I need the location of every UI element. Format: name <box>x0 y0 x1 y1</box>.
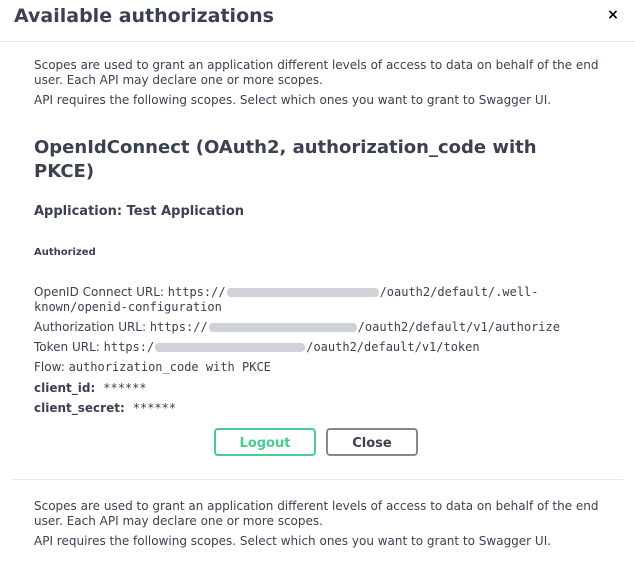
modal-title: Available authorizations <box>14 5 274 27</box>
scopes-description: Scopes are used to grant an application … <box>34 58 609 88</box>
token-url-label: Token URL: <box>34 340 100 354</box>
logout-button[interactable]: Logout <box>214 428 316 456</box>
redacted-domain <box>155 343 306 352</box>
openid-url-line2: known/openid-configuration <box>34 300 222 314</box>
client-id-value: ****** <box>103 381 147 395</box>
scopes-description-bottom: Scopes are used to grant an application … <box>34 499 609 549</box>
close-button[interactable]: Close <box>326 428 418 456</box>
scopes-line-2: user. Each API may declare one or more s… <box>34 514 323 528</box>
token-url-suffix: /oauth2/default/v1/token <box>306 340 480 354</box>
token-url: Token URL: https:/ /oauth2/default/v1/tok… <box>34 340 594 355</box>
auth-url-suffix: /oauth2/default/v1/authorize <box>357 320 560 334</box>
flow-line: Flow: authorization_code with PKCE <box>34 360 594 375</box>
requires-text: API requires the following scopes. Selec… <box>34 93 552 107</box>
scheme-title: OpenIdConnect (OAuth2, authorization_cod… <box>34 137 537 182</box>
auth-url-prefix: https:// <box>149 320 208 334</box>
authorization-url: Authorization URL: https:// /oauth2/defau… <box>34 320 594 335</box>
scopes-line-1: Scopes are used to grant an application … <box>34 499 599 513</box>
flow-label: Flow: <box>34 360 65 374</box>
authorized-label: Authorized <box>34 247 96 258</box>
client-secret-label: client_secret: <box>34 401 125 415</box>
scopes-line-1: Scopes are used to grant an application … <box>34 58 599 72</box>
client-secret-row: client_secret: ****** <box>34 401 594 416</box>
client-id-label: client_id: <box>34 381 96 395</box>
openid-url-prefix: https:// <box>167 285 226 299</box>
auth-url-label: Authorization URL: <box>34 320 147 334</box>
modal-header: Available authorizations × <box>0 0 635 42</box>
client-secret-value: ****** <box>132 401 177 415</box>
redacted-domain <box>226 288 379 297</box>
requires-text: API requires the following scopes. Selec… <box>34 534 552 548</box>
flow-value: authorization_code with PKCE <box>68 360 271 374</box>
scopes-description: Scopes are used to grant an application … <box>34 499 609 529</box>
close-icon[interactable]: × <box>605 6 621 24</box>
auth-modal: Available authorizations × Scopes are us… <box>0 0 635 569</box>
openid-url-label: OpenID Connect URL: <box>34 285 164 299</box>
client-id-row: client_id: ****** <box>34 381 594 396</box>
application-name: Application: Test Application <box>34 204 244 219</box>
section-divider <box>12 479 623 480</box>
token-url-prefix: https:/ <box>103 340 155 354</box>
scopes-description-top: Scopes are used to grant an application … <box>34 58 609 108</box>
openid-connect-url: OpenID Connect URL: https:// /oauth2/defa… <box>34 285 594 315</box>
openid-url-suffix: /oauth2/default/.well- <box>379 285 539 299</box>
scopes-line-2: user. Each API may declare one or more s… <box>34 73 323 87</box>
redacted-domain <box>208 323 357 332</box>
